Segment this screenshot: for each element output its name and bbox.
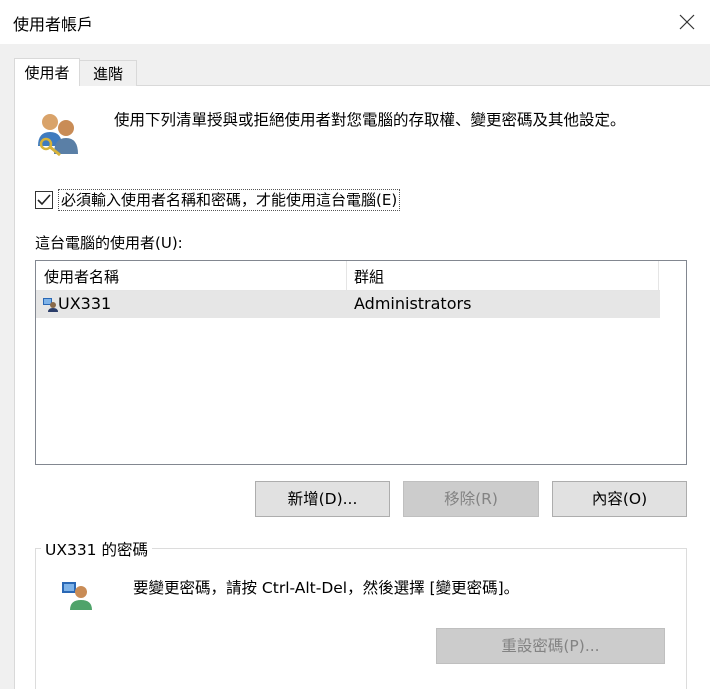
user-password-icon — [62, 582, 92, 610]
users-list[interactable]: 使用者名稱 群組 UX331 Administrators — [35, 260, 687, 465]
properties-button[interactable]: 內容(O) — [552, 481, 687, 517]
change-password-hint: 要變更密碼，請按 Ctrl-Alt-Del，然後選擇 [變更密碼]。 — [133, 579, 520, 597]
users-list-label: 這台電腦的使用者(U): — [35, 234, 183, 252]
column-header-username[interactable]: 使用者名稱 — [44, 266, 119, 287]
column-header-group[interactable]: 群組 — [354, 266, 384, 287]
password-group-title: UX331 的密碼 — [41, 538, 152, 560]
list-header: 使用者名稱 群組 — [36, 261, 660, 291]
close-button[interactable] — [664, 0, 710, 44]
users-icon — [38, 114, 78, 157]
password-groupbox — [35, 548, 687, 689]
window-title: 使用者帳戶 — [13, 15, 94, 34]
description-text: 使用下列清單授與或拒絕使用者對您電腦的存取權、變更密碼及其他設定。 — [114, 111, 626, 129]
column-divider — [658, 261, 659, 290]
list-item[interactable]: UX331 Administrators — [36, 291, 660, 318]
require-login-label: 必須輸入使用者名稱和密碼，才能使用這台電腦(E) — [58, 189, 401, 211]
user-icon — [43, 298, 58, 312]
close-icon — [679, 14, 695, 30]
tab-users[interactable]: 使用者 — [14, 58, 80, 86]
add-user-button[interactable]: 新增(D)... — [255, 481, 390, 517]
checkmark-icon — [37, 194, 51, 206]
user-name-cell: UX331 — [58, 294, 112, 313]
reset-password-button[interactable]: 重設密碼(P)... — [436, 628, 665, 664]
tab-advanced[interactable]: 進階 — [79, 60, 137, 86]
user-group-cell: Administrators — [354, 294, 472, 313]
column-divider — [346, 261, 347, 290]
require-login-checkbox[interactable] — [35, 191, 53, 209]
remove-user-button[interactable]: 移除(R) — [403, 481, 539, 517]
title-bar: 使用者帳戶 — [0, 0, 710, 44]
